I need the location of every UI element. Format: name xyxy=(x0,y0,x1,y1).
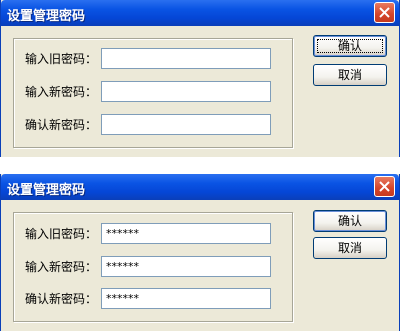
close-icon xyxy=(379,181,390,192)
ok-button[interactable]: 确认 xyxy=(313,35,387,57)
set-password-dialog-empty: 设置管理密码 输入旧密码： 输入新密码： 确认新密码： 确认 取消 xyxy=(0,0,400,157)
new-password-label: 输入新密码： xyxy=(25,260,98,274)
new-password-label: 输入新密码： xyxy=(25,85,98,99)
old-password-field[interactable]: ****** xyxy=(101,223,271,244)
title-bar[interactable]: 设置管理密码 xyxy=(1,174,399,200)
cancel-button[interactable]: 取消 xyxy=(313,237,387,259)
window-title: 设置管理密码 xyxy=(7,183,86,198)
confirm-password-field[interactable]: ****** xyxy=(101,288,271,309)
close-button[interactable] xyxy=(374,176,395,197)
new-password-field[interactable] xyxy=(101,81,271,102)
old-password-field[interactable] xyxy=(101,48,271,69)
cancel-button[interactable]: 取消 xyxy=(313,64,387,86)
title-bar[interactable]: 设置管理密码 xyxy=(1,0,399,26)
new-password-field[interactable]: ****** xyxy=(101,256,271,277)
ok-button[interactable]: 确认 xyxy=(313,210,387,232)
confirm-password-field[interactable] xyxy=(101,114,271,135)
window-title: 设置管理密码 xyxy=(7,9,86,24)
old-password-label: 输入旧密码： xyxy=(25,52,98,66)
old-password-label: 输入旧密码： xyxy=(25,227,98,241)
close-button[interactable] xyxy=(374,2,395,23)
set-password-dialog-filled: 设置管理密码 输入旧密码： ****** 输入新密码： ****** 确认新密码… xyxy=(0,174,400,331)
confirm-password-label: 确认新密码： xyxy=(25,118,98,132)
close-icon xyxy=(379,7,390,18)
confirm-password-label: 确认新密码： xyxy=(25,292,98,306)
